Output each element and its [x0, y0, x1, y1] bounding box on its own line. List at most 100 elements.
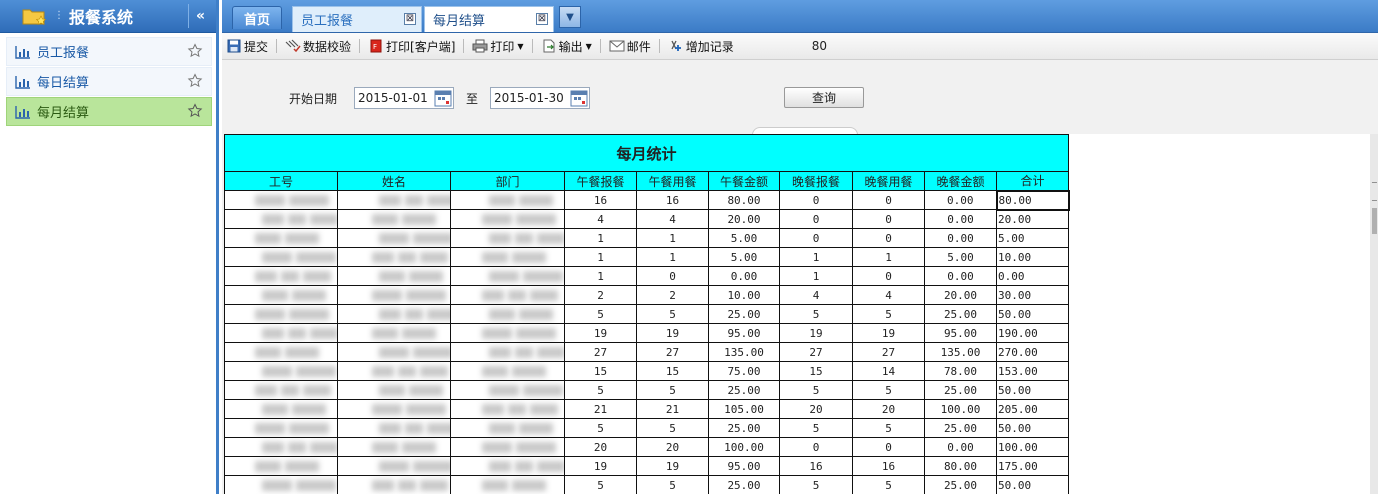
- mail-button[interactable]: 邮件: [609, 38, 651, 55]
- export-button[interactable]: 输出 ▼: [541, 38, 592, 55]
- value-cell: 0.00: [924, 190, 997, 210]
- star-icon[interactable]: [187, 103, 203, 119]
- blur-mask: [413, 347, 450, 358]
- blur-mask: [409, 385, 443, 396]
- total-cell: 30.00: [996, 285, 1069, 305]
- total-cell: 20.00: [996, 209, 1069, 229]
- blur-mask: [523, 385, 563, 396]
- end-date-input[interactable]: 2015-01-30: [490, 87, 590, 109]
- blur-mask: [255, 271, 277, 282]
- validate-button[interactable]: 数据校验: [285, 38, 351, 55]
- table-row[interactable]: 20 20 100.00 0 0 0.00 100.00: [224, 437, 1069, 457]
- table-row[interactable]: 5 5 25.00 5 5 25.00 50.00: [224, 380, 1069, 400]
- table-row[interactable]: 2 2 10.00 4 4 20.00 30.00: [224, 285, 1069, 305]
- value-cell: 0: [779, 209, 853, 229]
- value-cell: 19: [636, 323, 709, 343]
- close-icon[interactable]: ⊠: [536, 13, 548, 25]
- vertical-scrollbar[interactable]: [1370, 134, 1378, 494]
- tab-list-dropdown[interactable]: ▼: [559, 6, 581, 28]
- toolbar-divider: [531, 39, 533, 53]
- submit-button[interactable]: 提交: [226, 38, 268, 55]
- value-cell: 1: [779, 266, 853, 286]
- sidebar-item-monthly-settlement[interactable]: 每月结算: [6, 97, 212, 126]
- value-cell: 5: [636, 475, 709, 494]
- redacted-cell: [450, 342, 565, 362]
- table-row[interactable]: 1 1 5.00 1 1 5.00 10.00: [224, 247, 1069, 267]
- blur-mask: [288, 328, 306, 339]
- blur-mask: [292, 404, 326, 415]
- table-row[interactable]: 1 1 5.00 0 0 0.00 5.00: [224, 228, 1069, 248]
- value-cell: 15: [636, 361, 709, 381]
- nav-list: 员工报餐 每日结算 每月结算: [0, 33, 216, 126]
- value-cell: 25.00: [924, 418, 997, 438]
- export-icon: [541, 38, 557, 54]
- value-cell: 105.00: [708, 399, 780, 419]
- redacted-cell: [450, 456, 565, 476]
- value-cell: 0: [852, 190, 925, 210]
- total-cell: 205.00: [996, 399, 1069, 419]
- pdf-icon: F: [368, 38, 384, 54]
- sidebar-item-employee-meal[interactable]: 员工报餐: [6, 37, 212, 66]
- redacted-cell: [450, 285, 565, 305]
- calendar-icon[interactable]: [434, 89, 452, 107]
- redacted-cell: [224, 209, 338, 229]
- tab-label: 每月结算: [433, 14, 486, 29]
- sidebar-header: ⋮ 报餐系统 «: [0, 0, 216, 33]
- add-record-label: 增加记录: [685, 39, 734, 54]
- table-row[interactable]: 1 0 0.00 1 0 0.00 0.00: [224, 266, 1069, 286]
- table-row[interactable]: 27 27 135.00 27 27 135.00 270.00: [224, 342, 1069, 362]
- blur-mask: [262, 252, 292, 263]
- tab-home[interactable]: 首页: [232, 6, 282, 29]
- print-button[interactable]: 打印 ▼: [472, 38, 524, 55]
- blur-mask: [372, 480, 394, 491]
- blur-mask: [255, 385, 277, 396]
- value-cell: 95.00: [924, 323, 997, 343]
- table-row[interactable]: 15 15 75.00 15 14 78.00 153.00: [224, 361, 1069, 381]
- collapse-button[interactable]: «: [188, 4, 212, 28]
- add-record-button[interactable]: 增加记录: [668, 38, 734, 55]
- redacted-cell: [337, 342, 451, 362]
- table-row[interactable]: 5 5 25.00 5 5 25.00 50.00: [224, 475, 1069, 494]
- value-cell: 16: [636, 190, 709, 210]
- redacted-cell: [450, 380, 565, 400]
- blur-mask: [427, 195, 450, 206]
- blur-mask: [296, 252, 336, 263]
- value-cell: 0.00: [924, 266, 997, 286]
- blur-mask: [255, 309, 285, 320]
- scrollbar-thumb[interactable]: [1372, 208, 1377, 234]
- star-icon[interactable]: [187, 43, 203, 59]
- table-row[interactable]: 19 19 95.00 19 19 95.00 190.00: [224, 323, 1069, 343]
- start-date-input[interactable]: 2015-01-01: [354, 87, 454, 109]
- tab-employee-meal[interactable]: 员工报餐 ⊠: [292, 6, 422, 32]
- blur-mask: [303, 385, 331, 396]
- report-header-row: 工号 姓名 部门 午餐报餐 午餐用餐 午餐金额 晚餐报餐 晚餐用餐 晚餐金额 合计: [224, 171, 1069, 191]
- close-icon[interactable]: ⊠: [404, 13, 416, 25]
- table-row[interactable]: 5 5 25.00 5 5 25.00 50.00: [224, 304, 1069, 324]
- blur-mask: [288, 214, 306, 225]
- star-icon[interactable]: [187, 73, 203, 89]
- redacted-cell: [224, 418, 338, 438]
- total-cell: 10.00: [996, 247, 1069, 267]
- query-button[interactable]: 查询: [784, 87, 864, 108]
- dropdown-icon: ▼: [517, 41, 524, 51]
- table-row[interactable]: 21 21 105.00 20 20 100.00 205.00: [224, 399, 1069, 419]
- value-cell: 0: [779, 437, 853, 457]
- table-row[interactable]: 4 4 20.00 0 0 0.00 20.00: [224, 209, 1069, 229]
- value-cell: 27: [779, 342, 853, 362]
- table-row[interactable]: 16 16 80.00 0 0 0.00 80.00: [224, 189, 1070, 211]
- value-cell: 5: [852, 304, 925, 324]
- calendar-icon[interactable]: [570, 89, 588, 107]
- blur-mask: [482, 252, 508, 263]
- table-row[interactable]: 19 19 95.00 16 16 80.00 175.00: [224, 456, 1069, 476]
- value-cell: 16: [779, 456, 853, 476]
- tab-monthly-settlement[interactable]: 每月结算 ⊠: [424, 6, 554, 32]
- main-area: 首页 员工报餐 ⊠ 每月结算 ⊠ ▼ 提交 数据校验 F 打印[客户端] 打印 …: [222, 0, 1378, 494]
- blur-mask: [420, 252, 448, 263]
- blur-mask: [427, 423, 450, 434]
- table-row[interactable]: 5 5 25.00 5 5 25.00 50.00: [224, 418, 1069, 438]
- blur-mask: [405, 423, 423, 434]
- blur-mask: [508, 404, 526, 415]
- print-client-button[interactable]: F 打印[客户端]: [368, 38, 455, 55]
- value-cell: 0: [852, 437, 925, 457]
- sidebar-item-daily-settlement[interactable]: 每日结算: [6, 67, 212, 96]
